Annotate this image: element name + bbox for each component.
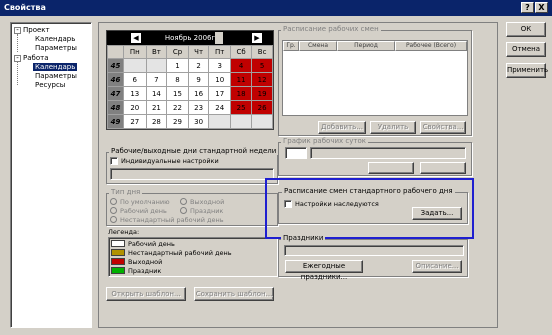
ok-button[interactable]: ОК	[506, 22, 546, 37]
tree-item-project[interactable]: - Проект	[14, 26, 50, 34]
tree-item-resources[interactable]: Ресурсы	[35, 81, 65, 89]
cancel-button[interactable]: Отмена	[506, 42, 546, 57]
window-title: Свойства	[4, 3, 46, 12]
collapse-icon[interactable]: -	[14, 26, 21, 34]
title-bar: Свойства	[0, 0, 552, 16]
tree-item-work-calendar-selected[interactable]: Календарь	[33, 63, 78, 71]
tree-item-work-params[interactable]: Параметры	[35, 72, 77, 80]
collapse-icon[interactable]: -	[14, 54, 21, 62]
close-button[interactable]: X	[535, 2, 548, 13]
help-button[interactable]: ?	[521, 2, 534, 13]
page-frame	[98, 22, 498, 328]
properties-window: Свойства ? X - Проект Календарь Параметры…	[0, 0, 552, 335]
tree-item-project-calendar[interactable]: Календарь	[35, 35, 75, 43]
settings-tree: - Проект Календарь Параметры - Работа Кале…	[10, 22, 92, 328]
tree-item-work[interactable]: - Работа	[14, 54, 48, 62]
tree-item-project-params[interactable]: Параметры	[35, 44, 77, 52]
apply-button[interactable]: Применить	[506, 63, 548, 78]
